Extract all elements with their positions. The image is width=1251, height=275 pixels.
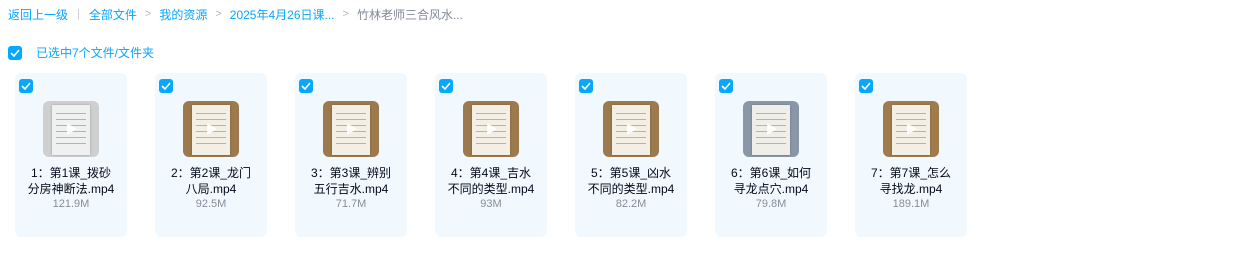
play-icon bbox=[907, 123, 917, 135]
file-checkbox[interactable] bbox=[299, 79, 313, 93]
file-name[interactable]: 7：第7课_怎么寻找龙.mp4 bbox=[865, 165, 957, 197]
chevron-right-icon: > bbox=[144, 8, 152, 20]
chevron-right-icon: > bbox=[342, 8, 349, 20]
file-size: 93M bbox=[480, 198, 502, 210]
breadcrumb-course-folder[interactable]: 2025年4月26日课... bbox=[230, 6, 335, 23]
play-icon bbox=[67, 123, 77, 135]
file-size: 71.7M bbox=[335, 198, 367, 210]
file-checkbox[interactable] bbox=[579, 79, 593, 93]
checkmark-icon bbox=[581, 82, 591, 90]
play-icon bbox=[207, 123, 217, 135]
breadcrumb-all-files[interactable]: 全部文件 bbox=[89, 6, 137, 23]
video-thumbnail[interactable] bbox=[603, 101, 659, 157]
file-grid: 1：第1课_拨砂分房神断法.mp4 121.9M 2：第2课_龙门八局.mp4 92.… bbox=[15, 73, 995, 237]
separator-bar: | bbox=[77, 8, 80, 20]
file-size: 82.2M bbox=[615, 198, 647, 210]
selection-bar: 已选中7个文件/文件夹 bbox=[8, 44, 154, 61]
file-name[interactable]: 3：第3课_辨别五行吉水.mp4 bbox=[305, 165, 397, 197]
file-name[interactable]: 4：第4课_吉水不同的类型.mp4 bbox=[445, 165, 537, 197]
file-card[interactable]: 7：第7课_怎么寻找龙.mp4 189.1M bbox=[855, 73, 967, 237]
breadcrumb-my-resources[interactable]: 我的资源 bbox=[159, 6, 207, 23]
breadcrumb: 返回上一级 | 全部文件 > 我的资源 > 2025年4月26日课... > 竹… bbox=[8, 6, 463, 22]
checkmark-icon bbox=[721, 82, 731, 90]
file-card[interactable]: 6：第6课_如何寻龙点穴.mp4 79.8M bbox=[715, 73, 827, 237]
file-size: 189.1M bbox=[892, 198, 930, 210]
file-card[interactable]: 3：第3课_辨别五行吉水.mp4 71.7M bbox=[295, 73, 407, 237]
checkmark-icon bbox=[301, 82, 311, 90]
file-size: 79.8M bbox=[755, 198, 787, 210]
video-thumbnail[interactable] bbox=[463, 101, 519, 157]
video-thumbnail[interactable] bbox=[743, 101, 799, 157]
checkmark-icon bbox=[10, 48, 20, 57]
checkmark-icon bbox=[21, 82, 31, 90]
file-size: 92.5M bbox=[195, 198, 227, 210]
video-thumbnail[interactable] bbox=[183, 101, 239, 157]
checkmark-icon bbox=[861, 82, 871, 90]
video-thumbnail[interactable] bbox=[883, 101, 939, 157]
file-name[interactable]: 5：第5课_凶水不同的类型.mp4 bbox=[585, 165, 677, 197]
file-checkbox[interactable] bbox=[859, 79, 873, 93]
checkmark-icon bbox=[441, 82, 451, 90]
play-icon bbox=[627, 123, 637, 135]
play-icon bbox=[767, 123, 777, 135]
file-checkbox[interactable] bbox=[19, 79, 33, 93]
video-thumbnail[interactable] bbox=[323, 101, 379, 157]
file-checkbox[interactable] bbox=[719, 79, 733, 93]
file-name[interactable]: 1：第1课_拨砂分房神断法.mp4 bbox=[25, 165, 117, 197]
play-icon bbox=[347, 123, 357, 135]
file-size: 121.9M bbox=[52, 198, 90, 210]
file-card[interactable]: 5：第5课_凶水不同的类型.mp4 82.2M bbox=[575, 73, 687, 237]
chevron-right-icon: > bbox=[215, 8, 222, 20]
checkmark-icon bbox=[161, 82, 171, 90]
file-checkbox[interactable] bbox=[159, 79, 173, 93]
file-card[interactable]: 2：第2课_龙门八局.mp4 92.5M bbox=[155, 73, 267, 237]
file-card[interactable]: 4：第4课_吉水不同的类型.mp4 93M bbox=[435, 73, 547, 237]
file-card[interactable]: 1：第1课_拨砂分房神断法.mp4 121.9M bbox=[15, 73, 127, 237]
file-name[interactable]: 6：第6课_如何寻龙点穴.mp4 bbox=[725, 165, 817, 197]
file-name[interactable]: 2：第2课_龙门八局.mp4 bbox=[165, 165, 257, 197]
play-icon bbox=[487, 123, 497, 135]
video-thumbnail[interactable] bbox=[43, 101, 99, 157]
breadcrumb-current-folder: 竹林老师三合风水... bbox=[356, 7, 463, 22]
file-checkbox[interactable] bbox=[439, 79, 453, 93]
selection-count-label: 已选中7个文件/文件夹 bbox=[36, 46, 155, 60]
back-link[interactable]: 返回上一级 bbox=[8, 6, 68, 23]
select-all-checkbox[interactable] bbox=[8, 45, 22, 60]
